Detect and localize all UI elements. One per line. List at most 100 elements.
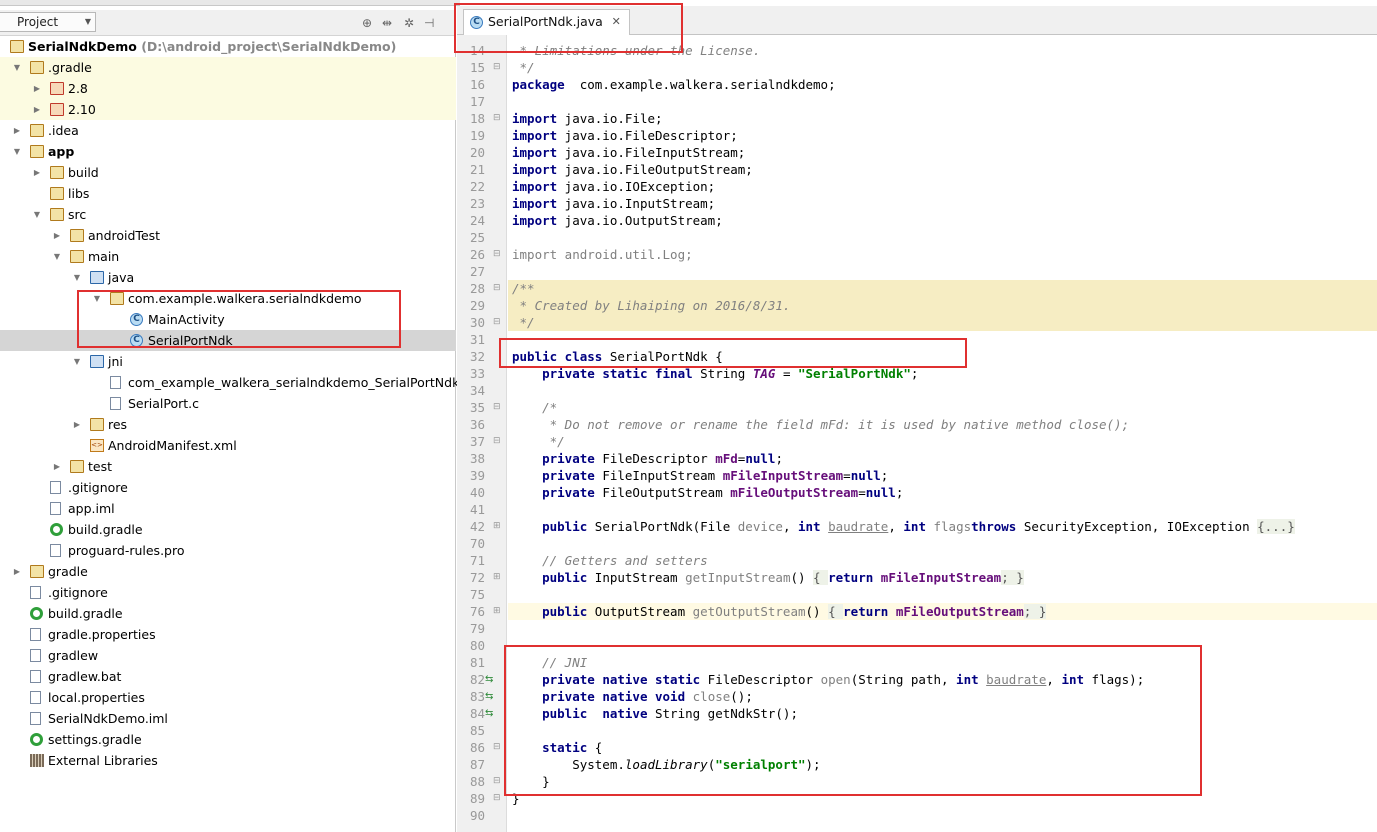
tree-item[interactable]: local.properties — [0, 687, 456, 708]
line-number: 70 — [469, 536, 485, 551]
tree-item[interactable]: gradle.properties — [0, 624, 456, 645]
code-token: } — [512, 774, 550, 789]
expand-open-icon[interactable]: ▼ — [72, 351, 82, 372]
tree-item[interactable]: app.iml — [0, 498, 456, 519]
code-line: import java.io.File; — [508, 110, 1377, 127]
project-view-selector[interactable]: Project ▼ — [0, 12, 96, 32]
fold-expand-icon[interactable]: ⊞ — [493, 518, 501, 535]
code-token: mFd — [715, 451, 738, 466]
iml-file-icon — [50, 502, 61, 515]
expand-closed-icon[interactable]: ▶ — [52, 456, 62, 477]
fold-collapse-icon[interactable]: ⊟ — [493, 790, 501, 807]
expand-closed-icon[interactable]: ▶ — [32, 162, 42, 183]
expand-open-icon[interactable]: ▼ — [12, 141, 22, 162]
fold-expand-icon[interactable]: ⊞ — [493, 569, 501, 586]
tree-item[interactable]: ▶ build — [0, 162, 456, 183]
fold-collapse-icon[interactable]: ⊟ — [493, 110, 501, 127]
code-token: {...} — [1257, 519, 1295, 534]
fold-collapse-icon[interactable]: ⊟ — [493, 280, 501, 297]
expand-closed-icon[interactable]: ▶ — [32, 99, 42, 120]
code-token: import — [512, 128, 558, 143]
tree-item[interactable]: build.gradle — [0, 519, 456, 540]
scroll-from-source-icon[interactable]: ⇹ — [382, 16, 392, 30]
line-number: 23 — [469, 196, 485, 211]
fold-collapse-icon[interactable]: ⊟ — [493, 399, 501, 416]
code-token: return — [828, 570, 874, 585]
sync-icon[interactable]: ⊕ — [362, 16, 372, 30]
tree-item[interactable]: C SerialPortNdk — [0, 330, 456, 351]
package-icon — [110, 292, 124, 305]
code-line: static { — [508, 739, 1377, 756]
expand-open-icon[interactable]: ▼ — [12, 57, 22, 78]
expand-closed-icon[interactable]: ▶ — [52, 225, 62, 246]
tree-item[interactable]: ▼ app — [0, 141, 456, 162]
expand-open-icon[interactable]: ▼ — [52, 246, 62, 267]
settings-gear-icon[interactable]: ✲ — [404, 16, 414, 30]
xml-file-icon: <> — [90, 439, 104, 452]
expand-closed-icon[interactable]: ▶ — [12, 120, 22, 141]
code-line: // Getters and setters — [508, 552, 1377, 569]
code-token: private native void — [542, 689, 686, 704]
tree-item[interactable]: .gitignore — [0, 477, 456, 498]
fold-expand-icon[interactable]: ⊞ — [493, 603, 501, 620]
fold-collapse-icon[interactable]: ⊟ — [493, 739, 501, 756]
project-panel: Project ▼ ⊕ ⇹ ✲ ⊣ SerialNdkDemo (D:\andr… — [0, 6, 471, 832]
tree-item[interactable]: .gitignore — [0, 582, 456, 603]
tree-item[interactable]: gradlew — [0, 645, 456, 666]
tree-item[interactable]: libs — [0, 183, 456, 204]
line-number: 81 — [469, 655, 485, 670]
tree-item[interactable]: ▶ 2.10 — [0, 99, 456, 120]
code-editor[interactable]: * Limitations under the License. */packa… — [508, 35, 1377, 832]
expand-open-icon[interactable]: ▼ — [32, 204, 42, 225]
tree-item-label: SerialNdkDemo (D:\android_project\Serial… — [28, 39, 397, 54]
tree-item[interactable]: ▼ java — [0, 267, 456, 288]
tree-item[interactable]: com_example_walkera_serialndkdemo_Serial… — [0, 372, 471, 393]
expand-closed-icon[interactable]: ▶ — [12, 561, 22, 582]
project-view-label: Project — [17, 15, 59, 29]
hide-panel-icon[interactable]: ⊣ — [424, 16, 434, 30]
code-token: java.io.OutputStream; — [557, 213, 723, 228]
folder-icon — [70, 250, 84, 263]
fold-collapse-icon[interactable]: ⊟ — [493, 59, 501, 76]
fold-collapse-icon[interactable]: ⊟ — [493, 314, 501, 331]
tree-item[interactable]: ▶ res — [0, 414, 456, 435]
close-tab-icon[interactable]: ✕ — [612, 10, 621, 34]
tree-item[interactable]: build.gradle — [0, 603, 456, 624]
tree-item[interactable]: SerialPort.c — [0, 393, 456, 414]
expand-closed-icon[interactable]: ▶ — [32, 78, 42, 99]
expand-open-icon[interactable]: ▼ — [92, 288, 102, 309]
tree-item[interactable]: ▼ jni — [0, 351, 456, 372]
tree-item[interactable]: ▼ src — [0, 204, 456, 225]
tree-item[interactable]: ▶ gradle — [0, 561, 456, 582]
tree-item[interactable]: ▼ main — [0, 246, 456, 267]
tree-item[interactable]: C MainActivity — [0, 309, 456, 330]
tree-item[interactable]: ▶ test — [0, 456, 456, 477]
expand-open-icon[interactable]: ▼ — [72, 267, 82, 288]
line-number: 71 — [469, 553, 485, 568]
fold-collapse-icon[interactable]: ⊟ — [493, 246, 501, 263]
tree-item[interactable]: <> AndroidManifest.xml — [0, 435, 456, 456]
tree-item[interactable]: ▼ com.example.walkera.serialndkdemo — [0, 288, 456, 309]
tree-item[interactable]: SerialNdkDemo.iml — [0, 708, 456, 729]
tree-item[interactable]: settings.gradle — [0, 729, 456, 750]
code-token: "SerialPortNdk" — [798, 366, 911, 381]
tree-item[interactable]: ▶ 2.8 — [0, 78, 456, 99]
tree-item[interactable]: External Libraries — [0, 750, 456, 771]
tree-item[interactable]: ▼ .gradle — [0, 57, 456, 78]
code-line: import android.util.Log; — [508, 246, 1377, 263]
tree-item[interactable]: ▶ .idea — [0, 120, 456, 141]
fold-collapse-icon[interactable]: ⊟ — [493, 433, 501, 450]
tree-item[interactable]: proguard-rules.pro — [0, 540, 456, 561]
fold-collapse-icon[interactable]: ⊟ — [493, 773, 501, 790]
code-token: InputStream — [587, 570, 686, 585]
tree-item[interactable]: SerialNdkDemo (D:\android_project\Serial… — [0, 36, 456, 57]
tab-serialportndk-java[interactable]: C SerialPortNdk.java ✕ — [463, 9, 630, 35]
code-line: public InputStream getInputStream() { re… — [508, 569, 1377, 586]
tree-item-label: proguard-rules.pro — [68, 543, 185, 558]
tree-item[interactable]: gradlew.bat — [0, 666, 456, 687]
tree-item[interactable]: ▶ androidTest — [0, 225, 456, 246]
expand-closed-icon[interactable]: ▶ — [72, 414, 82, 435]
